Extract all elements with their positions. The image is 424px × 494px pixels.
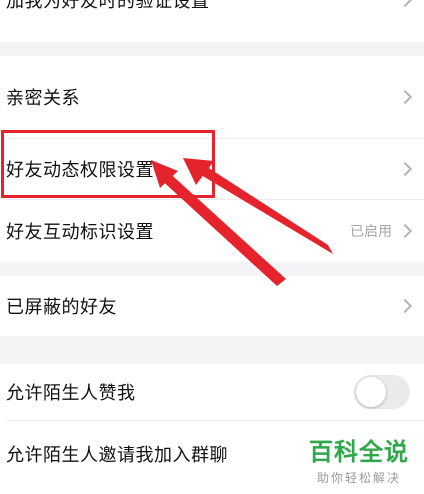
row-friend-interaction-badge[interactable]: 好友互动标识设置 已启用 (0, 200, 424, 262)
settings-group-blocked: 已屏蔽的好友 (0, 276, 424, 336)
row-intimate-relationship[interactable]: 亲密关系 (0, 56, 424, 138)
row-friend-verification-settings[interactable]: 加我为好友时的验证设置 (0, 0, 424, 42)
chevron-right-icon (397, 161, 413, 177)
chevron-right-icon (397, 298, 413, 314)
row-label: 亲密关系 (6, 88, 80, 109)
row-label: 允许陌生人邀请我加入群聊 (6, 445, 228, 466)
chevron-right-icon (397, 89, 413, 105)
row-label: 已屏蔽的好友 (6, 297, 117, 318)
chevron-right-icon (397, 223, 413, 239)
row-label: 好友互动标识设置 (6, 222, 154, 243)
settings-group-verification: 加我为好友时的验证设置 (0, 0, 424, 42)
row-allow-stranger-likes[interactable]: 允许陌生人赞我 (0, 364, 424, 420)
status-text: 已启用 (350, 224, 392, 240)
stranger-likes-toggle[interactable] (354, 375, 410, 409)
watermark-subtitle: 助你轻松解决 (316, 471, 401, 485)
row-blocked-friends[interactable]: 已屏蔽的好友 (0, 276, 424, 336)
row-label: 允许陌生人赞我 (6, 383, 136, 404)
highlight-box (1, 130, 215, 198)
watermark-logo: 百科全说 助你轻松解决 (300, 432, 418, 486)
watermark-title: 百科全说 (309, 438, 409, 466)
chevron-right-icon (397, 0, 413, 8)
toggle-knob (356, 377, 386, 407)
row-label: 加我为好友时的验证设置 (6, 0, 210, 12)
